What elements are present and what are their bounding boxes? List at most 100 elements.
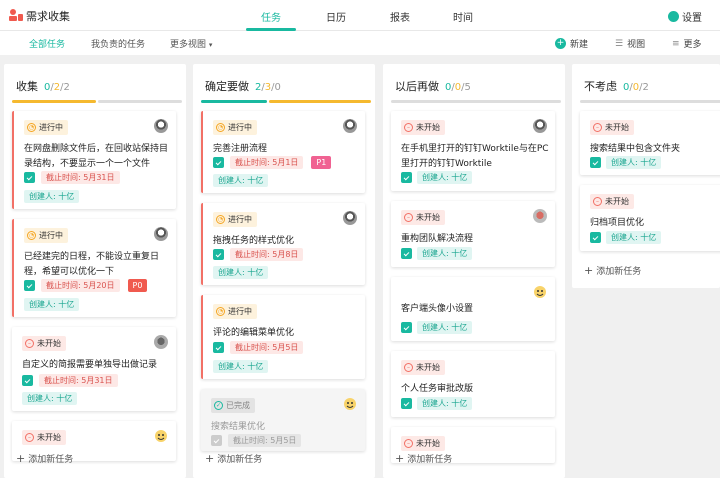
status-label: 未开始 xyxy=(416,213,440,222)
task-card[interactable]: ◔ 进行中 评论的编辑菜单优化 截止时间: 5月5日 创建人: 十亿 xyxy=(201,295,365,379)
tab-time[interactable]: 时间 xyxy=(453,9,473,24)
status-badge: ◔ 进行中 xyxy=(213,120,257,135)
task-meta: 截止时间: 5月5日 xyxy=(213,341,304,354)
progress-bar-not-started xyxy=(580,100,720,103)
view-label: 视图 xyxy=(627,40,646,50)
task-meta: 创建人: 十亿 xyxy=(401,247,473,260)
task-meta: 截止时间: 5月31日 xyxy=(22,374,118,387)
task-title-line: 归档项目优化 xyxy=(590,218,645,228)
task-card[interactable]: – 未开始 重构团队解决流程 创建人: 十亿 xyxy=(391,201,555,267)
task-title-line: 完善注册流程 xyxy=(213,144,268,154)
task-title: 自定义的简报需要单独导出做记录 xyxy=(22,358,157,373)
due-date: 截止时间: 5月5日 xyxy=(228,434,302,447)
task-card[interactable]: ◔ 进行中 在网盘删除文件后，在回收站保持目 录结构，不要显示一个一个文件 截止时间… xyxy=(12,111,176,209)
status-badge: – 未开始 xyxy=(590,194,634,209)
checklist-icon xyxy=(24,172,35,183)
add-task-label: 添加新任务 xyxy=(407,455,453,465)
more-label: 更多 xyxy=(683,40,702,50)
add-task-button[interactable]: + 添加新任务 xyxy=(395,452,452,465)
task-meta: 创建人: 十亿 xyxy=(401,397,473,410)
task-card[interactable]: ◔ 进行中 完善注册流程 截止时间: 5月1日 P1 创建人: 十亿 xyxy=(201,111,365,193)
clock-icon: ◔ xyxy=(216,307,225,316)
settings-button[interactable]: 设置 xyxy=(668,9,702,24)
checklist-icon xyxy=(401,248,412,259)
task-title-line: 搜索结果优化 xyxy=(211,422,266,432)
task-title: 归档项目优化 xyxy=(590,216,644,231)
task-title: 搜索结果优化 xyxy=(211,420,265,435)
task-meta: 创建人: 十亿 xyxy=(590,231,662,244)
avatar xyxy=(344,398,356,410)
checklist-icon xyxy=(401,322,412,333)
column-title: 以后再做 xyxy=(395,80,439,93)
task-card[interactable]: – 未开始 自定义的简报需要单独导出做记录 截止时间: 5月31日 创建人: 十亿 xyxy=(12,327,176,411)
app-logo-icon xyxy=(9,9,23,21)
view-button[interactable]: ☰ 视图 xyxy=(615,37,646,51)
checklist-icon xyxy=(24,280,35,291)
more-views-label: 更多视图 xyxy=(170,40,207,50)
creator-tag: 创建人: 十亿 xyxy=(213,174,269,187)
task-meta: 截止时间: 5月31日 xyxy=(24,171,120,184)
subtab-more-views[interactable]: 更多视图 ▾ xyxy=(170,37,212,50)
task-title: 搜索结果中包含文件夹 xyxy=(590,142,680,157)
avatar xyxy=(343,119,357,133)
creator-tag: 创建人: 十亿 xyxy=(417,171,473,184)
task-card[interactable]: ◔ 进行中 已经建完的日程，不能设立重复日 程，希望可以优化一下 截止时间: 5月2… xyxy=(12,219,176,317)
task-title: 个人任务审批改版 xyxy=(401,382,473,397)
checklist-icon xyxy=(590,232,601,243)
subtab-all-tasks[interactable]: 全部任务 xyxy=(29,37,65,50)
check-circle-icon: ✓ xyxy=(214,401,223,410)
new-button[interactable]: + 新建 xyxy=(555,37,588,50)
column-header: 收集 0/2/2 xyxy=(16,78,70,94)
add-task-button[interactable]: + 添加新任务 xyxy=(205,452,262,465)
add-task-button[interactable]: + 添加新任务 xyxy=(16,452,73,465)
status-badge: ◔ 进行中 xyxy=(213,304,257,319)
status-badge: – 未开始 xyxy=(401,210,445,225)
task-card[interactable]: – 未开始 搜索结果中包含文件夹 创建人: 十亿 xyxy=(580,111,720,175)
due-date: 截止时间: 5月8日 xyxy=(230,248,304,261)
task-card[interactable]: – 未开始 个人任务审批改版 创建人: 十亿 xyxy=(391,351,555,417)
creator-tag: 创建人: 十亿 xyxy=(22,392,78,405)
tab-reports[interactable]: 报表 xyxy=(390,9,410,24)
task-card[interactable]: ◔ 进行中 拖拽任务的样式优化 截止时间: 5月8日 创建人: 十亿 xyxy=(201,203,365,285)
task-title-line: 自定义的简报需要单独导出做记录 xyxy=(22,360,158,370)
task-meta: 创建人: 十亿 xyxy=(590,156,662,169)
column-not-considered: 不考虑 0/0/2 – 未开始 搜索结果中包含文件夹 创建人: 十亿 – 未开始 归档… xyxy=(572,64,720,288)
status-badge: ◔ 进行中 xyxy=(24,228,68,243)
task-title-line: 搜索结果中包含文件夹 xyxy=(590,144,681,154)
gear-icon xyxy=(668,11,679,22)
checklist-icon xyxy=(401,398,412,409)
task-card[interactable]: ✓ 已完成 搜索结果优化 截止时间: 5月5日 xyxy=(201,389,365,451)
task-meta: 截止时间: 5月1日 P1 xyxy=(213,156,332,169)
creator-tag: 创建人: 十亿 xyxy=(606,156,662,169)
due-date: 截止时间: 5月5日 xyxy=(230,341,304,354)
column-header: 不考虑 0/0/2 xyxy=(584,78,649,94)
status-label: 未开始 xyxy=(37,339,61,348)
clock-icon: ◔ xyxy=(216,215,225,224)
add-task-label: 添加新任务 xyxy=(596,267,642,277)
status-label: 已完成 xyxy=(226,401,250,410)
tab-calendar[interactable]: 日历 xyxy=(326,9,346,24)
task-card[interactable]: – 未开始 在手机里打开的钉钉Worktile与在PC 里打开的钉钉Worktile… xyxy=(391,111,555,191)
creator-tag: 创建人: 十亿 xyxy=(24,190,80,203)
checklist-icon xyxy=(22,375,33,386)
status-badge: – 未开始 xyxy=(22,430,66,445)
progress-bar-not-started xyxy=(391,100,561,103)
creator-tag: 创建人: 十亿 xyxy=(417,247,473,260)
column-header: 以后再做 0/0/5 xyxy=(395,78,471,94)
status-label: 未开始 xyxy=(416,439,440,448)
plus-icon: + xyxy=(395,452,405,465)
minus-circle-icon: – xyxy=(404,123,413,132)
plus-circle-icon: + xyxy=(555,38,566,49)
status-label: 未开始 xyxy=(416,363,440,372)
more-button[interactable]: ≡ 更多 xyxy=(672,37,702,51)
column-title: 收集 xyxy=(16,80,38,93)
task-title-line: 在网盘删除文件后，在回收站保持目 xyxy=(24,144,169,154)
task-card[interactable]: – 未开始 归档项目优化 创建人: 十亿 xyxy=(580,185,720,251)
progress-bar-not-started xyxy=(98,100,182,103)
task-card[interactable]: 客户端头像小设置 创建人: 十亿 xyxy=(391,277,555,341)
checklist-icon xyxy=(213,249,224,260)
tab-tasks[interactable]: 任务 xyxy=(261,9,281,24)
count-not-started: 5 xyxy=(464,82,471,93)
subtab-my-tasks[interactable]: 我负责的任务 xyxy=(91,37,145,50)
add-task-button[interactable]: + 添加新任务 xyxy=(584,264,641,277)
